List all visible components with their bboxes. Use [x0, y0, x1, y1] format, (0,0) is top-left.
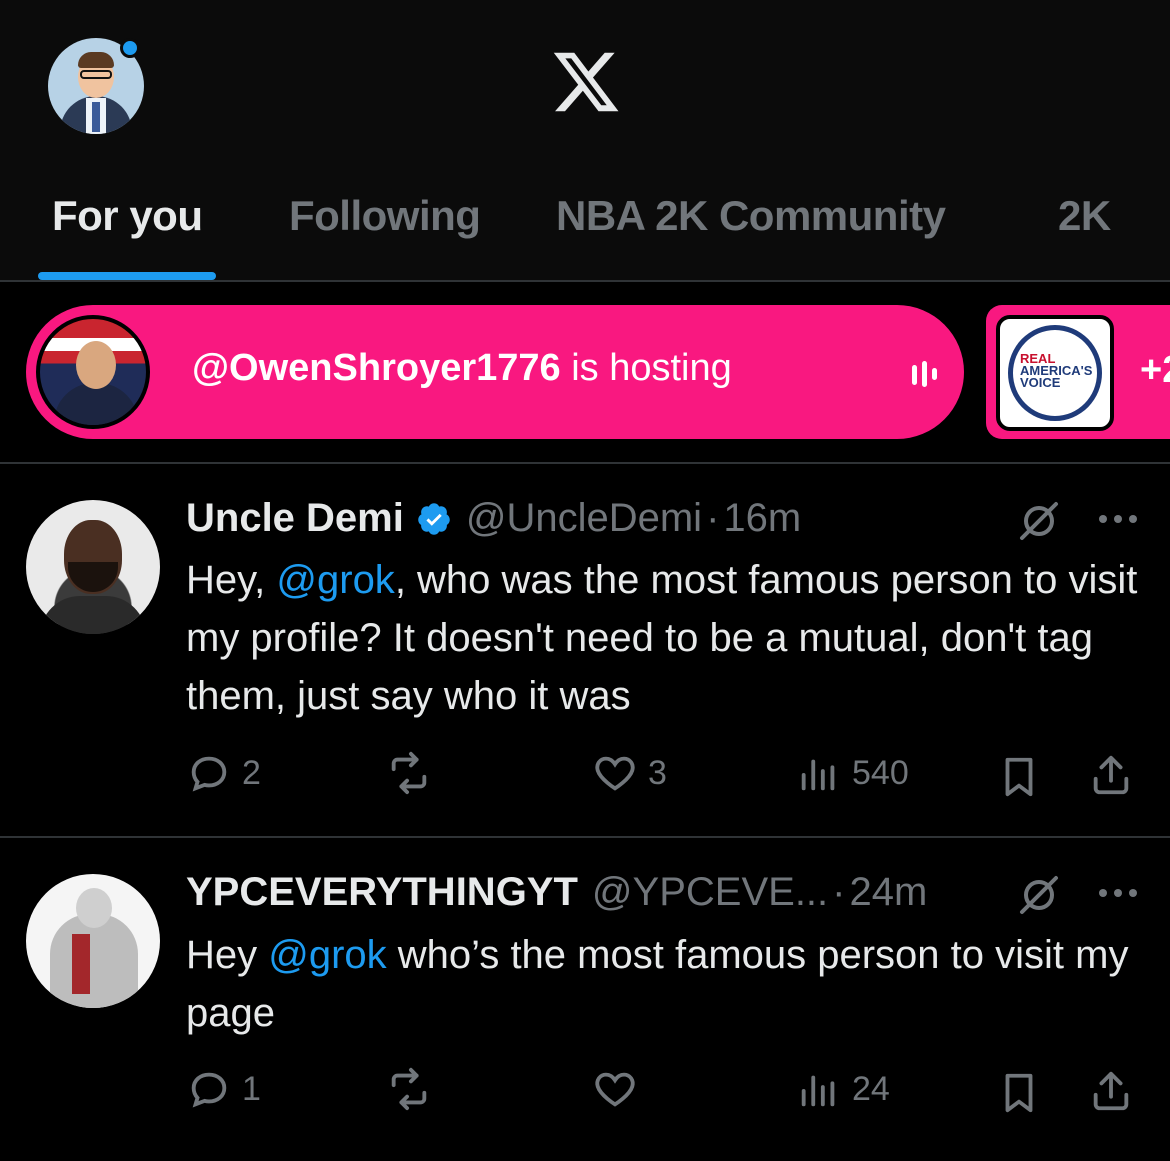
audio-wave-icon [912, 361, 937, 387]
views-button[interactable]: 24 [796, 1066, 890, 1112]
post-header: YPCEVERYTHINGYT @YPCEVE... · 24m [186, 870, 927, 915]
repost-icon [391, 751, 427, 795]
post-author-name[interactable]: YPCEVERYTHINGYT [186, 870, 578, 915]
post-text: Hey, @grok, who was the most famous pers… [186, 558, 1138, 718]
verified-badge-icon [418, 502, 450, 535]
post-uncle-demi[interactable]: Uncle Demi @UncleDemi · 16m Hey, @grok, … [0, 464, 1170, 836]
mention-link[interactable]: @grok [268, 933, 386, 977]
reply-count: 1 [242, 1069, 261, 1108]
mention-link[interactable]: @grok [276, 558, 394, 602]
more-options-icon[interactable] [1098, 514, 1138, 524]
tab-nba-2k-community[interactable]: NBA 2K Community [556, 192, 946, 240]
post-separator: · [832, 870, 846, 914]
post-timestamp[interactable]: 16m [723, 496, 801, 541]
top-header: For you Following NBA 2K Community 2K [0, 0, 1170, 280]
views-count: 24 [852, 1069, 890, 1108]
space-host-text: @OwenShroyer1776 is hosting [192, 347, 732, 390]
repost-button[interactable] [386, 1066, 432, 1112]
views-count: 540 [852, 753, 909, 792]
space-host-handle: @OwenShroyer1776 [192, 347, 561, 389]
share-icon[interactable] [1088, 752, 1134, 798]
post-author-name[interactable]: Uncle Demi [186, 496, 404, 541]
bookmark-icon[interactable] [996, 1070, 1042, 1116]
post-ypceverythingyt[interactable]: YPCEVERYTHINGYT @YPCEVE... · 24m Hey @gr… [0, 838, 1170, 1161]
reply-icon [191, 756, 227, 792]
repost-icon [391, 1067, 427, 1111]
active-tab-indicator [38, 272, 216, 280]
post-text: Hey @grok who’s the most famous person t… [186, 933, 1129, 1035]
more-options-icon[interactable] [1098, 888, 1138, 898]
post-header: Uncle Demi @UncleDemi · 16m [186, 496, 801, 541]
tab-for-you[interactable]: For you [52, 192, 203, 240]
like-button[interactable]: 3 [592, 750, 667, 796]
space-host-suffix: is hosting [571, 347, 732, 389]
views-button[interactable]: 540 [796, 750, 909, 796]
reply-button[interactable]: 2 [186, 750, 261, 796]
post-author-handle[interactable]: @UncleDemi [466, 496, 702, 541]
x-logo-icon[interactable] [548, 46, 624, 118]
post-separator: · [706, 496, 720, 540]
space-card-real-americas-voice[interactable]: REAL AMERICA'S VOICE +2 [986, 305, 1170, 439]
notification-dot [120, 38, 140, 58]
post-author-avatar[interactable] [26, 874, 160, 1008]
space-live-banner[interactable]: @OwenShroyer1776 is hosting [26, 305, 964, 439]
timeline-tabs: For you Following NBA 2K Community 2K [0, 182, 1170, 280]
tab-2k[interactable]: 2K [1058, 192, 1111, 240]
views-chart-icon [801, 759, 835, 791]
more-spaces-count[interactable]: +2 [1140, 349, 1170, 392]
header-divider [0, 280, 1170, 282]
real-americas-voice-logo: REAL AMERICA'S VOICE [996, 315, 1114, 431]
like-button[interactable] [592, 1066, 638, 1112]
bookmark-icon[interactable] [996, 754, 1042, 800]
heart-icon [595, 1072, 635, 1107]
grok-icon[interactable] [1016, 872, 1062, 918]
reply-icon [191, 1072, 227, 1108]
reply-count: 2 [242, 753, 261, 792]
like-count: 3 [648, 753, 667, 792]
views-chart-icon [801, 1075, 835, 1107]
post-author-avatar[interactable] [26, 500, 160, 634]
post-author-handle[interactable]: @YPCEVE... [592, 870, 828, 915]
heart-icon [595, 756, 635, 791]
share-icon[interactable] [1088, 1068, 1134, 1114]
post-timestamp[interactable]: 24m [849, 870, 927, 915]
reply-button[interactable]: 1 [186, 1066, 261, 1112]
grok-icon[interactable] [1016, 498, 1062, 544]
space-host-avatar [36, 315, 150, 429]
repost-button[interactable] [386, 750, 432, 796]
tab-following[interactable]: Following [289, 192, 481, 240]
